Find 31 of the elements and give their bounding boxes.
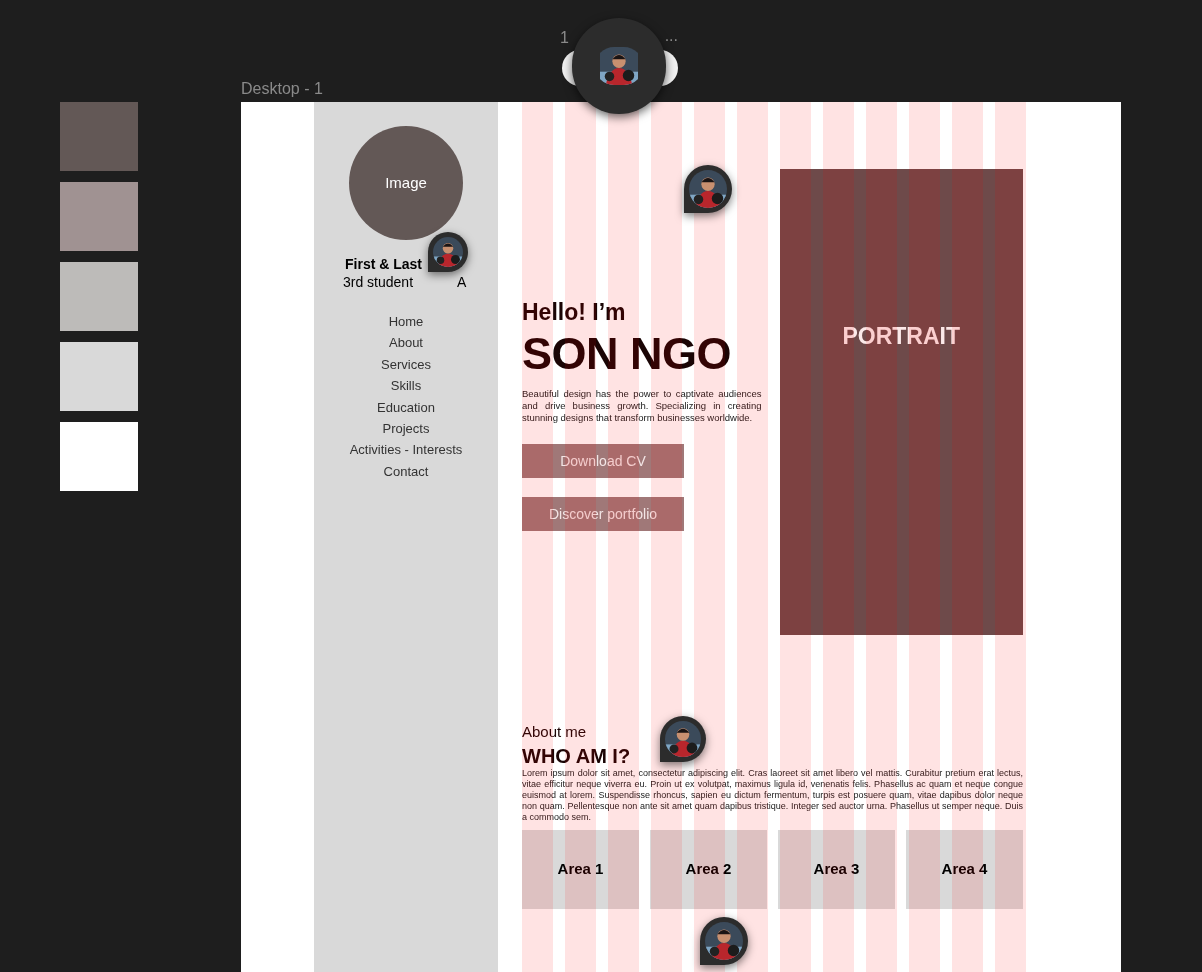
area-label: Area 4 bbox=[941, 859, 988, 880]
profile-subtitle-end: A bbox=[457, 273, 467, 291]
nav-link[interactable]: Projects bbox=[382, 420, 430, 439]
about-heading: WHO AM I? bbox=[522, 744, 632, 768]
profile-name: First & Last bbox=[345, 255, 422, 273]
portrait-label: PORTRAIT bbox=[842, 322, 961, 349]
nav-link[interactable]: Home bbox=[388, 313, 424, 332]
color-swatch[interactable] bbox=[60, 182, 138, 251]
area-label: Area 2 bbox=[685, 859, 732, 880]
about-paragraph: Lorem ipsum dolor sit amet, consectetur adipiscing elit. Cras laoreet sit amet libero vel mattis. Curabitur pretium erat lectus, vitae efficitur neque viverra eu. Proin ut ex volutpat, maximus ligula id, venenatis felis. Phasellus ac quam et neque congue euismod at lorem. Suspendisse rhoncus, sapien eu dictum fermentum, turpis est posuere quam, vitae dapibus dolor neque non quam. Pellentesque non ante sit amet quam dapibus tristique. Integer sed auctor urna. Phasellus ut semper neque. Duis a commodo sem. bbox=[522, 768, 1023, 823]
intro-paragraph: Beautiful design has the power to captivate audiences and drive business growth. Specializing in creating stunning designs that transform businesses worldwide. bbox=[522, 388, 762, 424]
selection-count: 1 bbox=[560, 28, 569, 48]
area-label: Area 1 bbox=[557, 859, 604, 880]
nav-link[interactable]: Contact bbox=[383, 462, 429, 482]
color-swatch[interactable] bbox=[60, 102, 138, 171]
selection-count-end: ... bbox=[664, 26, 678, 46]
color-swatch[interactable] bbox=[60, 342, 138, 411]
about-eyebrow: About me bbox=[522, 723, 588, 741]
color-swatch[interactable] bbox=[60, 262, 138, 331]
profile-subtitle: 3rd student bbox=[343, 273, 414, 291]
name-heading: SON NGO bbox=[522, 328, 733, 380]
frame-title[interactable]: Desktop - 1 bbox=[241, 78, 323, 100]
nav-link[interactable]: Services bbox=[381, 355, 431, 375]
area-label: Area 3 bbox=[813, 859, 860, 880]
nav-link[interactable]: Skills bbox=[390, 377, 422, 396]
nav-link[interactable]: Education bbox=[377, 398, 435, 418]
image-label: Image bbox=[385, 172, 427, 193]
nav-link[interactable]: Activities - Interests bbox=[349, 441, 463, 460]
nav-link[interactable]: About bbox=[389, 334, 423, 353]
greeting-heading: Hello! I’m bbox=[522, 298, 627, 326]
color-swatch[interactable] bbox=[60, 422, 138, 491]
